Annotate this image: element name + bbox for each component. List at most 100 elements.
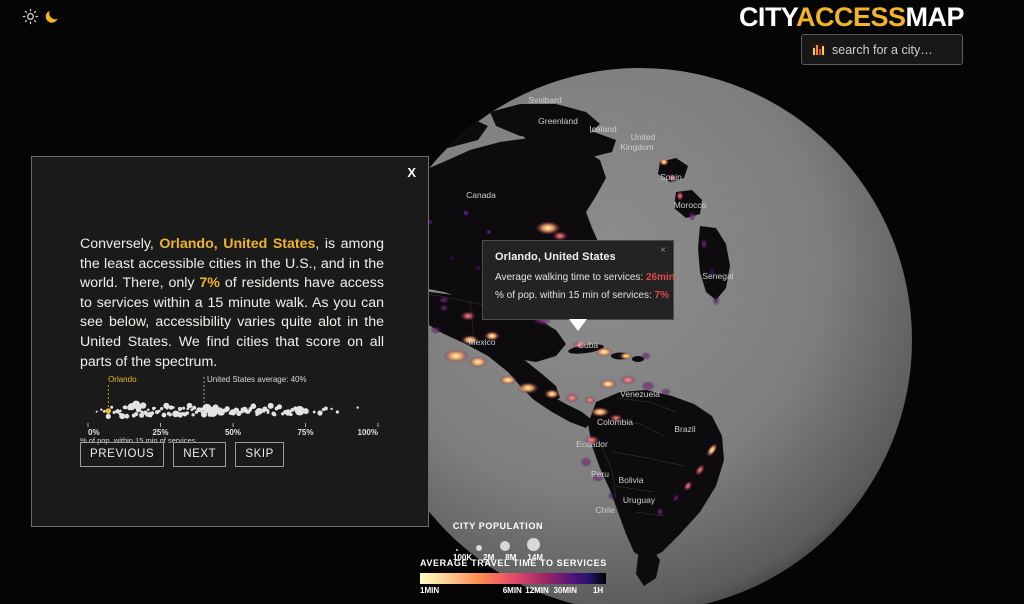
legend-population-dots [452, 536, 544, 551]
legend-population-dot [499, 541, 510, 551]
map-label-bolivia: Bolivia [618, 475, 643, 485]
beeswarm-point [186, 402, 193, 409]
map-label-senegal: Senegal [702, 271, 733, 281]
tooltip-value-walking-time: 26min [646, 272, 675, 283]
beeswarm-point [280, 412, 284, 415]
beeswarm-point [356, 406, 359, 409]
map-label-iceland: Iceland [589, 124, 617, 134]
moon-icon[interactable] [43, 8, 60, 25]
beeswarm-point [119, 409, 122, 413]
legend-population-title: CITY POPULATION [452, 521, 544, 531]
beeswarm-point [317, 410, 323, 416]
beeswarm-point [271, 411, 276, 416]
logo-part-city: CITY [738, 2, 797, 32]
beeswarm-axis-tick-label: 50% [225, 428, 241, 437]
city-heat-layer [392, 158, 720, 517]
beeswarm-point [185, 411, 189, 415]
tooltip-label-walking-time: Average walking time to services: [495, 272, 644, 283]
legend-travel-time-tick-label: 1MIN [420, 586, 440, 595]
city-tooltip[interactable]: × Orlando, United States Average walking… [482, 240, 675, 331]
map-label-chile: Chile [595, 505, 615, 515]
story-highlight-pct: 7% [199, 275, 220, 292]
beeswarm-point [335, 410, 339, 414]
beeswarm-annotation-us-average: United States average: 40% [207, 375, 307, 384]
beeswarm-point [157, 409, 161, 413]
tooltip-title: Orlando, United States [495, 251, 616, 263]
beeswarm-point [166, 411, 171, 416]
beeswarm-point [289, 412, 293, 417]
map-label-peru: Peru [591, 469, 609, 479]
beeswarm-point [140, 410, 144, 414]
beeswarm-point [303, 408, 308, 412]
search-input[interactable]: search for a city… [801, 34, 963, 65]
beeswarm-point [233, 407, 238, 412]
legend-travel-time-tick-label: 12MIN [525, 586, 549, 595]
beeswarm-point [139, 402, 147, 409]
skip-button[interactable]: SKIP [235, 442, 284, 467]
beeswarm-point [267, 402, 274, 409]
map-label-ecuador: Ecuador [576, 439, 608, 449]
next-button[interactable]: NEXT [173, 442, 227, 467]
theme-toggle[interactable] [22, 8, 60, 25]
beeswarm-point [124, 413, 130, 419]
beeswarm-point [177, 406, 183, 412]
legend-travel-time-title: AVERAGE TRAVEL TIME TO SERVICES [420, 558, 607, 568]
map-label-united: United [631, 132, 656, 142]
map-label-svalbard: Svalbard [528, 95, 562, 105]
beeswarm-point [110, 405, 114, 409]
tooltip-label-pop-pct: % of pop. within 15 min of services: [495, 290, 652, 301]
legend-city-population: CITY POPULATION 100K 2M 8M 14M [452, 521, 544, 562]
beeswarm-point [276, 404, 282, 410]
globe-sphere [368, 68, 912, 604]
story-paragraph: Conversely, Orlando, United States, is a… [80, 235, 384, 372]
map-label-morocco: Morocco [674, 200, 707, 210]
beeswarm-point [131, 413, 136, 418]
beeswarm-x-axis: 0% 25% 50% 75% 100% [87, 423, 379, 437]
previous-button[interactable]: PREVIOUS [80, 442, 165, 467]
map-label-kingdom: Kingdom [620, 142, 654, 152]
map-label-venezuela: Venezuela [620, 389, 660, 399]
beeswarm-axis-tick-label: 75% [297, 428, 313, 437]
legend-travel-time: AVERAGE TRAVEL TIME TO SERVICES 1MIN 6MIN… [420, 558, 608, 598]
map-label-uruguay: Uruguay [623, 495, 656, 505]
beeswarm-point [330, 407, 333, 411]
legend-population-dot [456, 548, 459, 551]
map-label-mexico: Mexico [469, 337, 496, 347]
beeswarm-point [122, 405, 127, 410]
beeswarm-point [323, 406, 328, 411]
legend-travel-time-tick-label: 6MIN [502, 586, 522, 595]
app-logo: CITYACCESSMAP [738, 2, 965, 33]
story-highlight-city: Orlando, United States [159, 236, 316, 252]
bar-chart-icon [812, 43, 825, 56]
beeswarm-point [102, 409, 106, 413]
beeswarm-point [250, 403, 257, 409]
beeswarm-point [119, 413, 126, 420]
beeswarm-point [266, 409, 270, 413]
map-label-colombia: Colombia [597, 417, 633, 427]
beeswarm-point [95, 410, 98, 413]
beeswarm-point-orlando[interactable] [105, 408, 112, 414]
beeswarm-chart: Orlando United States average: 40% 0% 25%… [80, 375, 386, 450]
story-text-s1: Conversely, [80, 236, 160, 252]
beeswarm-point [192, 405, 197, 410]
tooltip-close-icon[interactable]: × [660, 245, 666, 256]
story-panel: X Conversely, Orlando, United States, is… [31, 156, 429, 527]
beeswarm-point [112, 410, 116, 414]
beeswarm-point [182, 406, 186, 410]
beeswarm-point [191, 413, 195, 417]
panel-close-icon[interactable]: X [407, 165, 416, 180]
beeswarm-point [105, 413, 111, 419]
city-access-map-app: Svalbard Greenland Iceland United Kingdo… [0, 0, 1024, 604]
logo-part-map: MAP [905, 2, 965, 32]
sun-icon[interactable] [22, 8, 39, 25]
beeswarm-axis-tick-label: 100% [358, 428, 378, 437]
legend-travel-time-ticks: 1MIN 6MIN 12MIN 30MIN 1H [420, 586, 608, 598]
map-label-greenland: Greenland [538, 116, 578, 126]
beeswarm-annotation-orlando: Orlando [108, 375, 137, 384]
country-borders [397, 289, 685, 517]
beeswarm-svg: Orlando United States average: 40% 0% 25%… [80, 375, 379, 445]
tooltip-pointer [569, 319, 587, 331]
legend-travel-time-tick-label: 30MIN [553, 586, 578, 595]
legend-travel-time-tick-label: 1H [592, 586, 604, 595]
map-label-canada: Canada [466, 190, 496, 200]
